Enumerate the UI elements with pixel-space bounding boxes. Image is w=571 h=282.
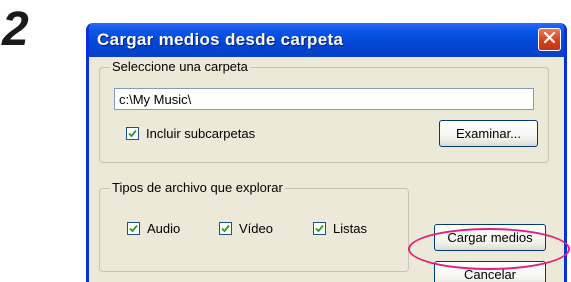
playlists-checkbox[interactable]: Listas: [313, 221, 367, 236]
file-types-group-label: Tipos de archivo que explorar: [110, 180, 285, 195]
folder-path-input[interactable]: c:\My Music\: [114, 88, 534, 110]
video-checkbox[interactable]: Vídeo: [219, 221, 273, 236]
include-subfolders-label: Incluir subcarpetas: [146, 126, 256, 141]
folder-group: Seleccione una carpeta c:\My Music\ Incl…: [99, 59, 549, 163]
video-label: Vídeo: [239, 221, 273, 236]
step-number: 2: [2, 3, 29, 56]
dialog-title: Cargar medios desde carpeta: [97, 30, 344, 49]
browse-button[interactable]: Examinar...: [439, 120, 538, 147]
highlight-ellipse: [408, 228, 570, 270]
checkmark-icon: [313, 222, 326, 235]
file-types-group: Tipos de archivo que explorar Audio Víde…: [99, 180, 409, 272]
checkmark-icon: [219, 222, 232, 235]
checkmark-icon: [126, 127, 139, 140]
close-button[interactable]: [538, 28, 561, 51]
audio-label: Audio: [147, 221, 181, 236]
title-bar[interactable]: Cargar medios desde carpeta: [89, 23, 564, 57]
folder-group-label: Seleccione una carpeta: [110, 59, 250, 74]
playlists-label: Listas: [333, 221, 367, 236]
close-icon: [543, 31, 556, 49]
checkmark-icon: [127, 222, 140, 235]
audio-checkbox[interactable]: Audio: [127, 221, 180, 236]
include-subfolders-checkbox[interactable]: Incluir subcarpetas: [126, 126, 255, 141]
